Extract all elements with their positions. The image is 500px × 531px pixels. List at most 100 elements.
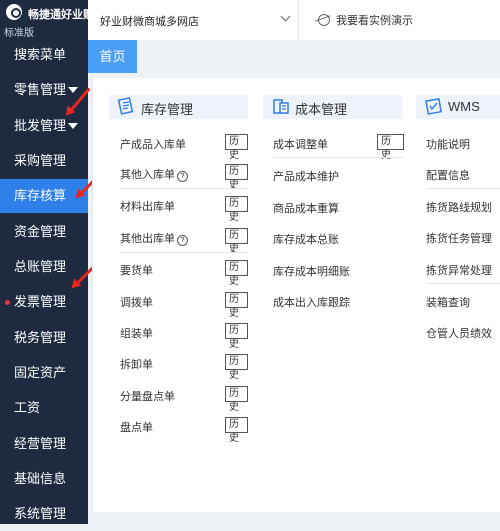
menu-link[interactable]: 功能说明 (426, 136, 470, 152)
list-item[interactable]: 组装单 历史 (120, 316, 248, 350)
sidebar-item-salary[interactable]: 工资 (0, 391, 88, 425)
brand-edition: 标准版 (4, 28, 34, 39)
store-select[interactable]: 好业财微商城多网店 (88, 0, 299, 40)
list-item[interactable]: 库存成本总账 (273, 222, 404, 252)
list-item[interactable]: 拣货路线规划 (426, 190, 500, 220)
list-item[interactable]: 要货单 历史 (120, 253, 248, 287)
caret-down-icon (68, 87, 78, 93)
sidebar-item-operations[interactable]: 经营管理 (0, 427, 88, 461)
demo-link-label: 我要看实例演示 (336, 15, 413, 27)
list-item[interactable]: 盘点单 历史 (120, 410, 248, 444)
sidebar-item-tax[interactable]: 税务管理 (0, 321, 88, 355)
list-item[interactable]: 成本出入库跟踪 (273, 285, 404, 315)
brand: 畅捷通好业财 标准版 (0, 0, 94, 40)
list-item[interactable]: 产品成本维护 (273, 159, 404, 189)
history-button[interactable]: 历史 (225, 134, 248, 161)
list-item[interactable]: 仓管人员绩效 (426, 316, 500, 346)
history-button[interactable]: 历史 (225, 386, 248, 413)
sidebar-item-label: 税务管理 (14, 330, 67, 345)
list-item[interactable]: 配置信息 (426, 158, 500, 188)
menu-link[interactable]: 产成品入库单 (120, 136, 186, 152)
sidebar: 畅捷通好业财 标准版 搜索菜单 零售管理 批发管理 采购管理 库存核算 资金管理… (0, 0, 94, 524)
sidebar-item-fixed-assets[interactable]: 固定资产 (0, 356, 88, 390)
inventory-title: 库存管理 (141, 102, 194, 117)
menu-link[interactable]: 拆卸单 (120, 356, 153, 372)
menu-link[interactable]: 成本调整单 (273, 136, 328, 152)
history-button[interactable]: 历史 (225, 196, 248, 223)
list-item[interactable]: 材料出库单 历史 (120, 189, 248, 223)
sidebar-item-label: 固定资产 (14, 365, 67, 380)
sidebar-item-label: 批发管理 (14, 118, 67, 133)
menu-link[interactable]: 盘点单 (120, 419, 153, 435)
menu-link[interactable]: 拣货路线规划 (426, 199, 492, 215)
sidebar-item-label: 工资 (14, 400, 41, 415)
list-item[interactable]: 拆卸单 历史 (120, 347, 248, 381)
menu-link[interactable]: 成本出入库跟踪 (273, 294, 350, 310)
menu-link[interactable]: 要货单 (120, 262, 153, 278)
sidebar-item-wholesale[interactable]: 批发管理 (0, 109, 88, 143)
wms-title: WMS (448, 99, 480, 114)
menu-link[interactable]: 仓管人员绩效 (426, 325, 492, 341)
history-button[interactable]: 历史 (225, 260, 248, 287)
tab-bar: 首页 (88, 40, 500, 74)
list-item[interactable]: 装箱查询 (426, 285, 500, 315)
list-item[interactable]: 其他出库单? 历史 (120, 221, 248, 255)
demo-link[interactable]: 我要看实例演示 (318, 12, 413, 28)
caret-down-icon (68, 123, 78, 129)
help-icon[interactable]: ? (177, 235, 188, 246)
inventory-icon (117, 97, 134, 115)
history-button[interactable]: 历史 (225, 228, 248, 255)
menu-link[interactable]: 分量盘点单 (120, 388, 175, 404)
history-button[interactable]: 历史 (225, 164, 248, 191)
divider (273, 157, 404, 158)
sidebar-item-search[interactable]: 搜索菜单 (0, 38, 88, 72)
sidebar-item-label: 经营管理 (14, 436, 67, 451)
sidebar-item-label: 搜索菜单 (14, 47, 67, 62)
cost-header: 成本管理 (263, 95, 402, 119)
menu-link[interactable]: 调拨单 (120, 294, 153, 310)
menu-link[interactable]: 材料出库单 (120, 198, 175, 214)
list-item[interactable]: 分量盘点单 历史 (120, 379, 248, 413)
sidebar-item-label: 零售管理 (14, 82, 67, 97)
menu-link[interactable]: 装箱查询 (426, 294, 470, 310)
history-button[interactable]: 历史 (225, 354, 248, 381)
menu-link[interactable]: 配置信息 (426, 167, 470, 183)
menu-link[interactable]: 拣货任务管理 (426, 230, 492, 246)
cost-icon (273, 99, 289, 114)
history-button[interactable]: 历史 (225, 323, 248, 350)
history-button[interactable]: 历史 (225, 292, 248, 319)
list-item[interactable]: 其他入库单? 历史 (120, 157, 248, 191)
tab-home[interactable]: 首页 (88, 40, 137, 73)
bottom-strip (92, 512, 500, 524)
list-item[interactable]: 拣货任务管理 (426, 221, 500, 251)
sidebar-item-system[interactable]: 系统管理 (0, 497, 88, 531)
wms-icon (425, 98, 442, 115)
menu-link[interactable]: 拣货异常处理 (426, 262, 492, 278)
help-icon[interactable]: ? (177, 171, 188, 182)
list-item[interactable]: 功能说明 (426, 127, 500, 157)
history-button[interactable]: 历史 (225, 417, 248, 444)
list-item[interactable]: 拣货异常处理 (426, 253, 500, 283)
list-item[interactable]: 商品成本重算 (273, 191, 404, 221)
sidebar-item-purchase[interactable]: 采购管理 (0, 144, 88, 178)
inventory-header: 库存管理 (109, 95, 248, 119)
menu-link-wrap: 其他出库单? (120, 230, 188, 246)
menu-link[interactable]: 产品成本维护 (273, 168, 339, 184)
divider (426, 188, 500, 189)
list-item[interactable]: 产成品入库单 历史 (120, 127, 248, 161)
menu-link[interactable]: 其他入库单 (120, 169, 175, 181)
sidebar-item-label: 总账管理 (14, 259, 67, 274)
list-item[interactable]: 调拨单 历史 (120, 285, 248, 319)
menu-link[interactable]: 库存成本明细账 (273, 263, 350, 279)
menu-link[interactable]: 其他出库单 (120, 233, 175, 245)
list-item[interactable]: 成本调整单 历史 (273, 127, 404, 161)
menu-link[interactable]: 库存成本总账 (273, 231, 339, 247)
sidebar-item-basic-info[interactable]: 基础信息 (0, 462, 88, 496)
list-item[interactable]: 库存成本明细账 (273, 254, 404, 284)
history-button[interactable]: 历史 (377, 134, 404, 161)
sidebar-item-funds[interactable]: 资金管理 (0, 215, 88, 249)
menu-link[interactable]: 组装单 (120, 325, 153, 341)
menu-panel: 库存管理 产成品入库单 历史 其他入库单? 历史 材料出库单 历史 其他出库单?… (92, 78, 500, 524)
divider (426, 283, 500, 284)
menu-link[interactable]: 商品成本重算 (273, 200, 339, 216)
